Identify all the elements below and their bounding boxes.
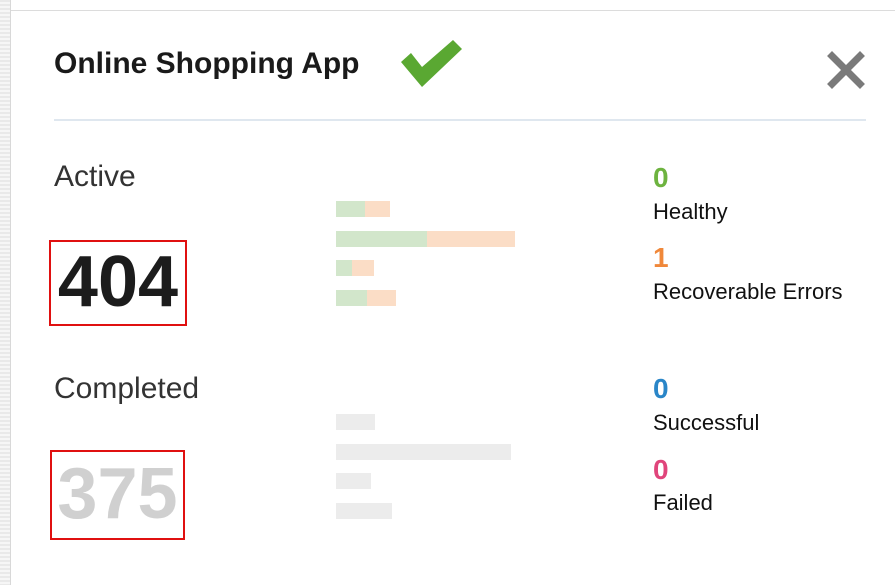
monitor-card: Online Shopping App Active 404 0 Healthy… (0, 0, 895, 585)
healthy-count[interactable]: 0 (653, 163, 669, 193)
active-bar-error-segment (427, 231, 515, 247)
active-bar-healthy-segment (336, 290, 367, 306)
healthy-label: Healthy (653, 199, 728, 224)
failed-label: Failed (653, 490, 713, 515)
active-bar-healthy-segment (336, 231, 427, 247)
successful-label: Successful (653, 410, 760, 435)
completed-bar-segment (336, 414, 375, 430)
side-panel-border (10, 0, 11, 585)
recoverable-errors-label: Recoverable Errors (653, 279, 843, 304)
recoverable-errors-count[interactable]: 1 (653, 243, 669, 273)
completed-bar-segment (336, 473, 371, 489)
active-bar-error-segment (352, 260, 374, 276)
completed-bar-segment (336, 444, 511, 460)
card-title: Online Shopping App (54, 47, 360, 80)
active-count[interactable]: 404 (49, 240, 187, 326)
check-icon (401, 40, 462, 87)
successful-count[interactable]: 0 (653, 374, 669, 404)
completed-bar-segment (336, 503, 392, 519)
active-bar-healthy-segment (336, 260, 352, 276)
failed-count[interactable]: 0 (653, 455, 669, 485)
active-bar-error-segment (365, 201, 390, 217)
active-bar-error-segment (367, 290, 396, 306)
active-bar-healthy-segment (336, 201, 365, 217)
completed-count[interactable]: 375 (50, 450, 185, 540)
close-icon[interactable] (826, 50, 866, 90)
active-label: Active (54, 160, 136, 193)
card-top-border (11, 10, 895, 11)
header-divider (54, 119, 866, 121)
completed-label: Completed (54, 372, 200, 405)
side-panel-edge (0, 0, 10, 585)
